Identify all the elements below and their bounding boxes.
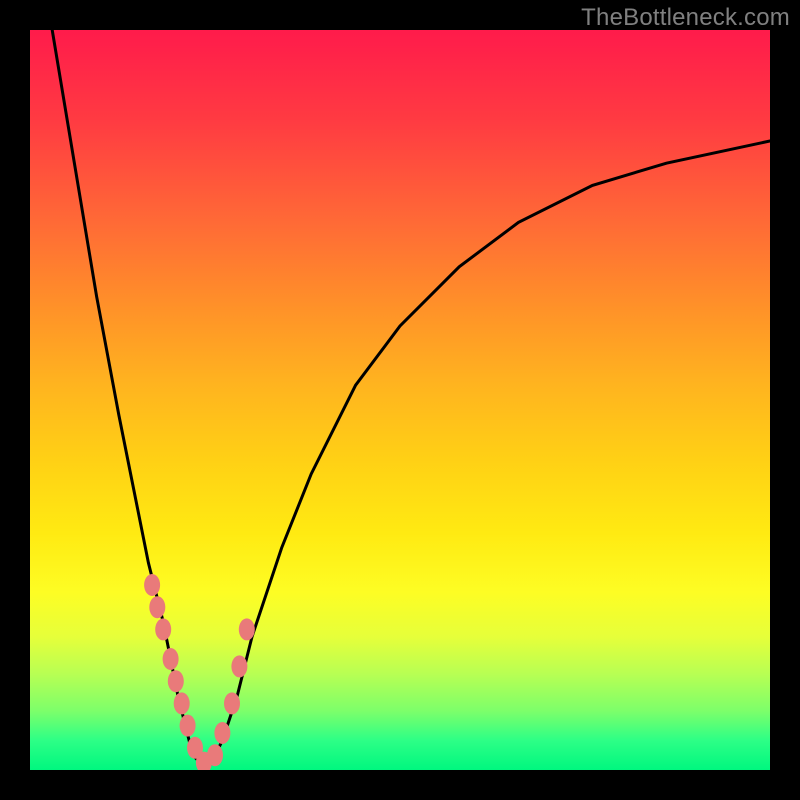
highlight-dots-group	[144, 574, 255, 770]
plot-area	[30, 30, 770, 770]
highlight-dot	[163, 648, 179, 670]
highlight-dot	[144, 574, 160, 596]
highlight-dot	[168, 670, 184, 692]
highlight-dot	[214, 722, 230, 744]
highlight-dot	[224, 692, 240, 714]
bottleneck-curve	[52, 30, 770, 770]
highlight-dot	[239, 618, 255, 640]
highlight-dot	[196, 752, 212, 770]
chart-frame: TheBottleneck.com	[0, 0, 800, 800]
highlight-dot	[207, 744, 223, 766]
highlight-dot	[174, 692, 190, 714]
highlight-dot	[149, 596, 165, 618]
curve-layer	[30, 30, 770, 770]
highlight-dot	[231, 655, 247, 677]
highlight-dot	[180, 715, 196, 737]
watermark-text: TheBottleneck.com	[581, 4, 790, 32]
highlight-dot	[187, 737, 203, 759]
highlight-dot	[155, 618, 171, 640]
